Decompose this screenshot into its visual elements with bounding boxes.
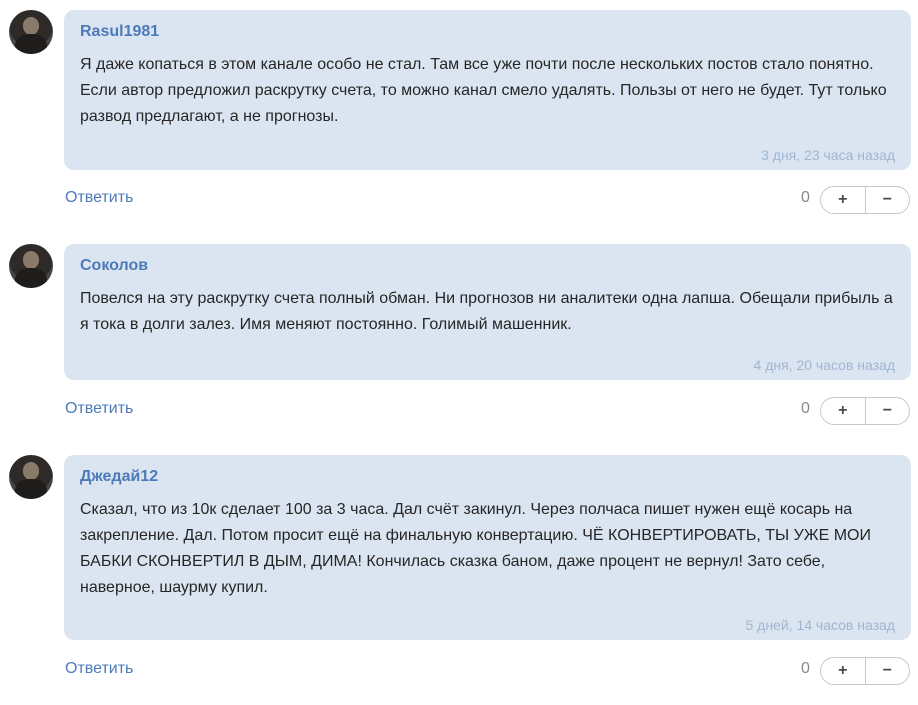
downvote-button[interactable]: − [866,398,910,424]
comment-bubble: Соколов Повелся на эту раскрутку счета п… [64,244,911,380]
avatar[interactable] [9,10,53,54]
avatar[interactable] [9,455,53,499]
comment-author[interactable]: Джедай12 [80,467,895,487]
avatar[interactable] [9,244,53,288]
downvote-button[interactable]: − [866,187,910,213]
comment-text: Повелся на эту раскрутку счета полный об… [80,290,893,333]
comment-text: Сказал, что из 10к сделает 100 за 3 часа… [80,501,871,596]
comment-bubble: Джедай12 Сказал, что из 10к сделает 100 … [64,455,911,640]
vote-control: + − [820,186,910,214]
comment-author[interactable]: Соколов [80,256,895,276]
upvote-button[interactable]: + [821,398,865,424]
vote-score: 0 [801,189,810,206]
vote-control: + − [820,657,910,685]
comment-timestamp: 3 дня, 23 часа назад [761,147,895,163]
comment-timestamp: 5 дней, 14 часов назад [745,617,895,633]
vote-control: + − [820,397,910,425]
comment-text: Я даже копаться в этом канале особо не с… [80,56,887,125]
comment-timestamp: 4 дня, 20 часов назад [753,357,895,373]
vote-score: 0 [801,400,810,417]
reply-link[interactable]: Ответить [65,400,133,418]
upvote-button[interactable]: + [821,187,865,213]
downvote-button[interactable]: − [866,658,910,684]
reply-link[interactable]: Ответить [65,189,133,207]
upvote-button[interactable]: + [821,658,865,684]
reply-link[interactable]: Ответить [65,660,133,678]
vote-score: 0 [801,660,810,677]
comment-bubble: Rasul1981 Я даже копаться в этом канале … [64,10,911,170]
comment-author[interactable]: Rasul1981 [80,22,895,42]
